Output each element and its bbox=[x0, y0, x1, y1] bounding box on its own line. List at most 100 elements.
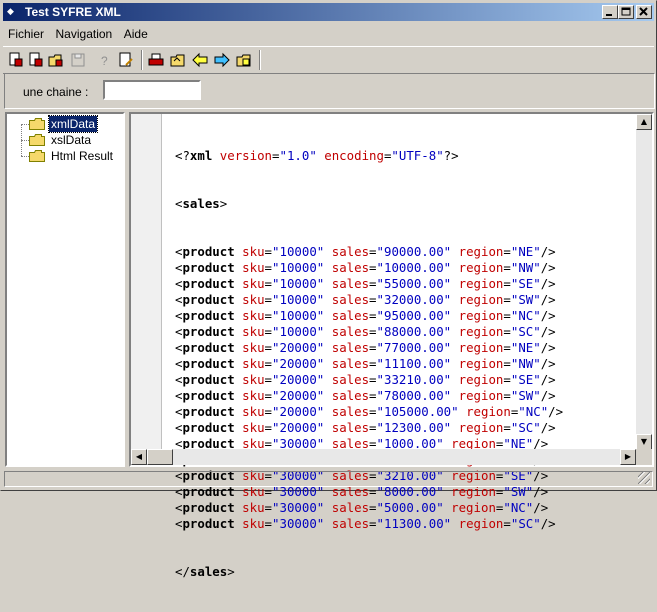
xml-attr-value: "20000" bbox=[272, 356, 325, 371]
xml-attr-value-text: SE bbox=[518, 276, 534, 291]
xml-attr-value: "SC" bbox=[510, 420, 541, 435]
folder-up-button[interactable] bbox=[169, 51, 187, 69]
xml-attr-value: "20000" bbox=[272, 372, 325, 387]
resize-grip[interactable] bbox=[638, 472, 650, 484]
xml-attr-value-text: 20000 bbox=[279, 388, 317, 403]
xml-code[interactable]: <?xml version="1.0" encoding="UTF-8"?> <… bbox=[175, 116, 563, 612]
xml-punctuation bbox=[324, 292, 331, 307]
param-label: une chaine : bbox=[23, 85, 89, 99]
xml-attr-value: "5000.00" bbox=[376, 500, 444, 515]
xml-attr-name: sku bbox=[242, 420, 265, 435]
toolbar-separator bbox=[141, 50, 143, 70]
app-icon: ◆ bbox=[7, 7, 14, 17]
xml-attr-value: "10000" bbox=[272, 276, 325, 291]
xml-attr-name: region bbox=[458, 276, 504, 291]
xml-punctuation: /> bbox=[540, 516, 556, 531]
xml-punctuation: = bbox=[264, 356, 273, 371]
xml-attr-value: "12300.00" bbox=[376, 420, 452, 435]
xml-attr-value-text: SC bbox=[518, 516, 534, 531]
xml-attr-name: region bbox=[466, 404, 511, 419]
tree-view[interactable]: xmlData xslData Html Result bbox=[5, 112, 125, 467]
scroll-corner bbox=[636, 449, 652, 465]
maximize-icon bbox=[621, 7, 631, 16]
xml-attr-value-text: 55000.00 bbox=[383, 276, 444, 291]
menu-aide[interactable]: Aide bbox=[119, 25, 151, 41]
open-folder-button[interactable] bbox=[47, 51, 65, 69]
xml-editor[interactable]: <?xml version="1.0" encoding="UTF-8"?> <… bbox=[129, 112, 654, 579]
xml-punctuation: = bbox=[369, 276, 377, 291]
xml-element-name: product bbox=[182, 500, 235, 515]
xml-element-name: product bbox=[182, 372, 235, 387]
new-button[interactable] bbox=[7, 51, 25, 69]
menu-fichier[interactable]: Fichier bbox=[3, 25, 47, 41]
xml-product-line: <product sku="20000" sales="33210.00" re… bbox=[175, 372, 563, 388]
xml-product-line: <product sku="30000" sales="5000.00" reg… bbox=[175, 500, 563, 516]
xml-attr-value-text: 10000.00 bbox=[383, 260, 444, 275]
minimize-button[interactable] bbox=[602, 5, 618, 19]
xml-product-line: <product sku="20000" sales="105000.00" r… bbox=[175, 404, 563, 420]
back-button[interactable] bbox=[191, 51, 209, 69]
vertical-scrollbar[interactable]: ▲ ▼ bbox=[636, 114, 652, 450]
editor-gutter bbox=[131, 114, 162, 450]
scroll-right-button[interactable]: ▶ bbox=[620, 449, 636, 465]
xml-punctuation: = bbox=[369, 324, 377, 339]
tree-item-label: xslData bbox=[51, 133, 92, 147]
xml-punctuation: /> bbox=[540, 340, 556, 355]
xml-punctuation: = bbox=[369, 516, 377, 531]
xml-element-name: product bbox=[182, 292, 235, 307]
xml-attr-value: "NC" bbox=[518, 404, 549, 419]
print-button[interactable] bbox=[147, 51, 165, 69]
open-icon bbox=[29, 52, 43, 67]
tree-connector bbox=[21, 140, 29, 142]
scroll-up-button[interactable]: ▲ bbox=[636, 114, 652, 130]
close-button[interactable] bbox=[636, 5, 652, 19]
xml-attr-value-text: 88000.00 bbox=[383, 324, 444, 339]
save-button[interactable] bbox=[69, 51, 87, 69]
xml-punctuation: = bbox=[495, 500, 504, 515]
maximize-button[interactable] bbox=[618, 5, 634, 19]
xml-punctuation bbox=[324, 404, 331, 419]
xml-attr-value: "30000" bbox=[272, 500, 325, 515]
xml-element-name: product bbox=[182, 420, 235, 435]
scroll-left-button[interactable]: ◀ bbox=[131, 449, 147, 465]
xml-punctuation: = bbox=[369, 404, 377, 419]
xml-attr-value-text: 90000.00 bbox=[383, 244, 444, 259]
xml-punctuation: < bbox=[175, 516, 183, 531]
edit-button[interactable] bbox=[117, 51, 135, 69]
horizontal-scrollbar[interactable]: ◀ ▶ bbox=[131, 449, 636, 465]
home-button[interactable] bbox=[235, 51, 253, 69]
xml-punctuation bbox=[459, 404, 466, 419]
menu-navigation[interactable]: Navigation bbox=[51, 25, 116, 41]
xml-attr-name: sku bbox=[242, 292, 265, 307]
xml-punctuation bbox=[324, 420, 331, 435]
xml-attr-value: "32000.00" bbox=[376, 292, 452, 307]
xml-element-name: product bbox=[182, 308, 235, 323]
xml-root-close-tag: sales bbox=[189, 564, 228, 579]
close-icon bbox=[639, 7, 648, 16]
help-button[interactable]: ? bbox=[95, 51, 113, 69]
xml-attr-name: region bbox=[458, 324, 504, 339]
status-bar bbox=[4, 471, 653, 487]
xml-attr-value-text: 30000 bbox=[279, 500, 317, 515]
xml-attr-name: sku bbox=[242, 308, 265, 323]
param-input[interactable] bbox=[103, 80, 201, 100]
xml-punctuation: < bbox=[175, 500, 183, 515]
horizontal-scroll-thumb[interactable] bbox=[147, 449, 173, 465]
xml-attr-name: sku bbox=[242, 260, 265, 275]
xml-attr-value: "77000.00" bbox=[376, 340, 452, 355]
xml-punctuation: = bbox=[503, 260, 511, 275]
xml-element-name: product bbox=[182, 404, 235, 419]
forward-button[interactable] bbox=[213, 51, 231, 69]
open-button[interactable] bbox=[27, 51, 45, 69]
xml-punctuation bbox=[235, 516, 242, 531]
xml-attr-value-text: SC bbox=[518, 420, 534, 435]
scroll-down-button[interactable]: ▼ bbox=[636, 434, 652, 450]
xml-attr-value: "NC" bbox=[503, 500, 534, 515]
title-bar[interactable]: ◆ Test SYFRE XML bbox=[3, 3, 654, 21]
xml-root-close-line: </sales> bbox=[175, 564, 235, 579]
xml-punctuation: /> bbox=[540, 372, 556, 387]
xml-version-value: 1.0 bbox=[286, 148, 310, 163]
xml-attr-value: "NE" bbox=[510, 340, 541, 355]
xml-attr-name: sales bbox=[331, 356, 370, 371]
xml-attr-value-text: NC bbox=[510, 500, 526, 515]
